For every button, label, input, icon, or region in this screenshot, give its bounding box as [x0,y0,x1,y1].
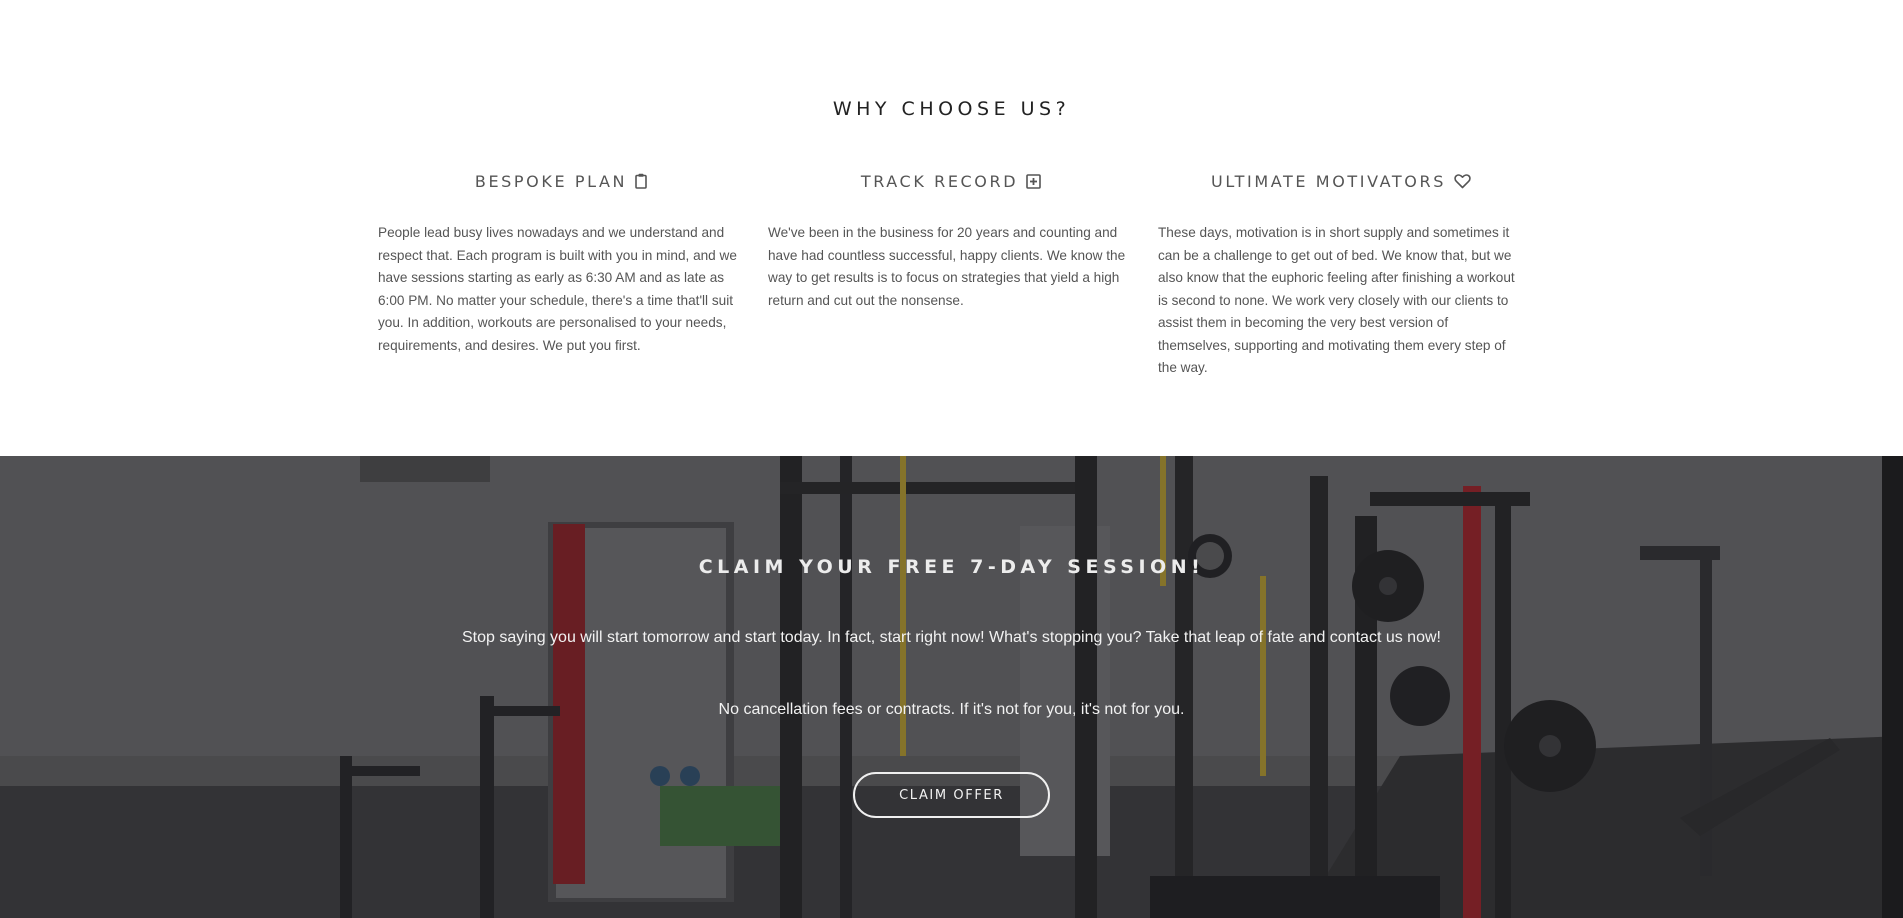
cta-text-secondary: No cancellation fees or contracts. If it… [718,701,1185,718]
why-choose-us-section: WHY CHOOSE US? BESPOKE PLAN People lead … [0,0,1903,456]
cta-text-primary: Stop saying you will start tomorrow and … [462,629,1441,646]
plus-square-icon [1026,173,1041,189]
feature-heading: BESPOKE PLAN [378,168,744,194]
feature-description: These days, motivation is in short suppl… [1158,225,1515,375]
section-title: WHY CHOOSE US? [832,98,1071,120]
claim-offer-button[interactable]: CLAIM OFFER [853,772,1050,818]
feature-description: People lead busy lives nowadays and we u… [378,225,737,353]
feature-description: We've been in the business for 20 years … [768,225,1126,308]
cta-title: CLAIM YOUR FREE 7-DAY SESSION! [698,556,1205,578]
background-overlay [0,456,1903,918]
feature-track-record: TRACK RECORD We've been in the business … [768,168,1134,312]
feature-heading: TRACK RECORD [768,168,1134,194]
claim-offer-section: CLAIM YOUR FREE 7-DAY SESSION! Stop sayi… [0,456,1903,918]
feature-heading: ULTIMATE MOTIVATORS [1158,168,1524,194]
feature-title: BESPOKE PLAN [474,171,628,191]
feature-title: ULTIMATE MOTIVATORS [1211,171,1446,191]
heart-icon [1454,173,1471,189]
feature-bespoke-plan: BESPOKE PLAN People lead busy lives nowa… [378,168,744,357]
feature-title: TRACK RECORD [860,171,1019,191]
feature-ultimate-motivators: ULTIMATE MOTIVATORS These days, motivati… [1158,168,1524,380]
clipboard-icon [635,173,647,189]
